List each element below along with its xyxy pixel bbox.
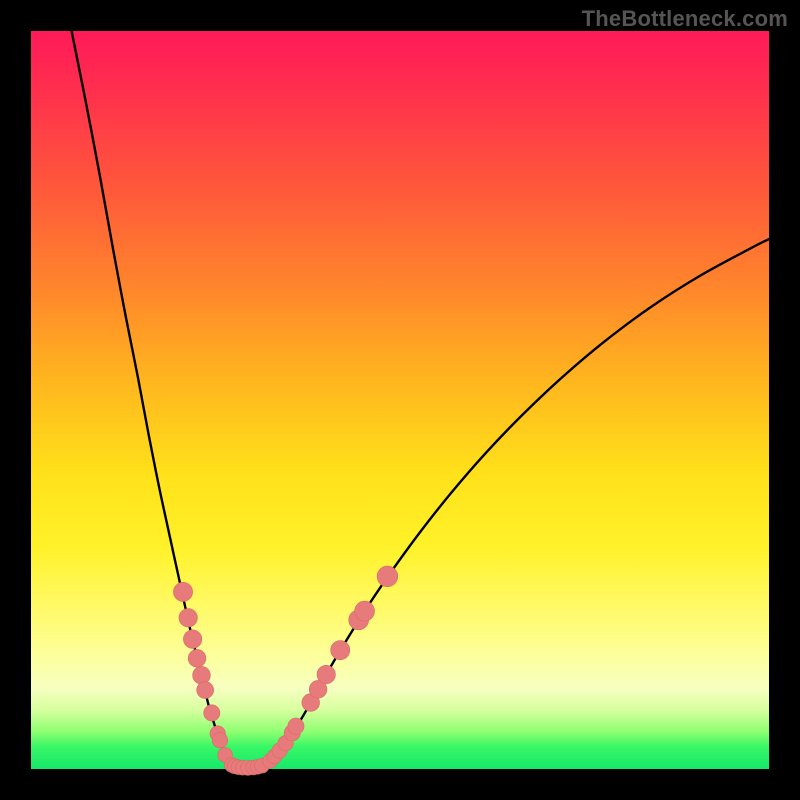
data-marker	[317, 665, 335, 683]
data-marker	[204, 705, 220, 721]
data-marker	[377, 566, 398, 587]
data-marker	[355, 601, 375, 621]
chart-frame: TheBottleneck.com	[0, 0, 800, 800]
marker-layer	[173, 566, 397, 775]
data-marker	[179, 608, 197, 626]
data-marker	[331, 641, 350, 660]
data-marker	[212, 732, 228, 748]
bottleneck-curve	[72, 31, 769, 768]
data-marker	[173, 582, 192, 601]
data-marker	[193, 666, 211, 684]
plot-area	[31, 31, 769, 769]
data-marker	[197, 682, 214, 699]
data-marker	[288, 718, 304, 734]
data-marker	[188, 649, 206, 667]
chart-svg	[31, 31, 769, 769]
watermark-text: TheBottleneck.com	[582, 6, 788, 32]
data-marker	[183, 630, 201, 648]
